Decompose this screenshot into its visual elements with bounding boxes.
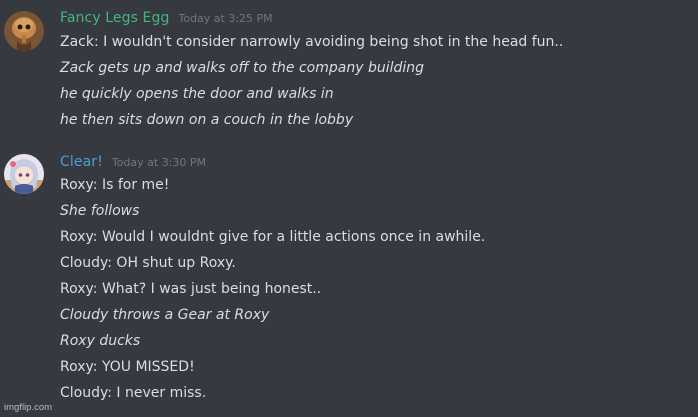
message-line: Roxy: Would I wouldnt give for a little … xyxy=(60,229,486,245)
message-line: he then sits down on a couch in the lobb… xyxy=(60,112,354,128)
message-line: Cloudy: I never miss. xyxy=(60,385,207,401)
avatar-clear[interactable] xyxy=(4,154,44,194)
timestamp: Today at 3:30 PM xyxy=(111,156,207,169)
message-line: Zack gets up and walks off to the compan… xyxy=(60,60,425,76)
imgflip-watermark: imgflip.com xyxy=(4,402,53,413)
message-line: Cloudy: OH shut up Roxy. xyxy=(60,255,236,271)
message-line: Roxy ducks xyxy=(60,333,141,349)
message-line: She follows xyxy=(60,203,140,219)
avatar-fancy-legs-egg[interactable] xyxy=(4,11,44,51)
message-line: Roxy: YOU MISSED! xyxy=(60,359,195,375)
message-line: Roxy: What? I was just being honest.. xyxy=(60,281,322,297)
message-line: he quickly opens the door and walks in xyxy=(60,86,334,102)
message-line: Cloudy throws a Gear at Roxy xyxy=(60,307,270,323)
timestamp: Today at 3:25 PM xyxy=(178,12,273,25)
anime-character-avatar-icon xyxy=(4,154,44,194)
message-header: Clear! Today at 3:30 PM xyxy=(60,154,206,170)
username-fancy-legs-egg[interactable]: Fancy Legs Egg xyxy=(60,10,169,26)
egg-character-avatar-icon xyxy=(4,11,44,51)
message-line: Zack: I wouldn't consider narrowly avoid… xyxy=(60,34,564,50)
username-clear[interactable]: Clear! xyxy=(60,154,103,170)
message-header: Fancy Legs Egg Today at 3:25 PM xyxy=(60,10,273,26)
message-line: Roxy: Is for me! xyxy=(60,177,170,193)
